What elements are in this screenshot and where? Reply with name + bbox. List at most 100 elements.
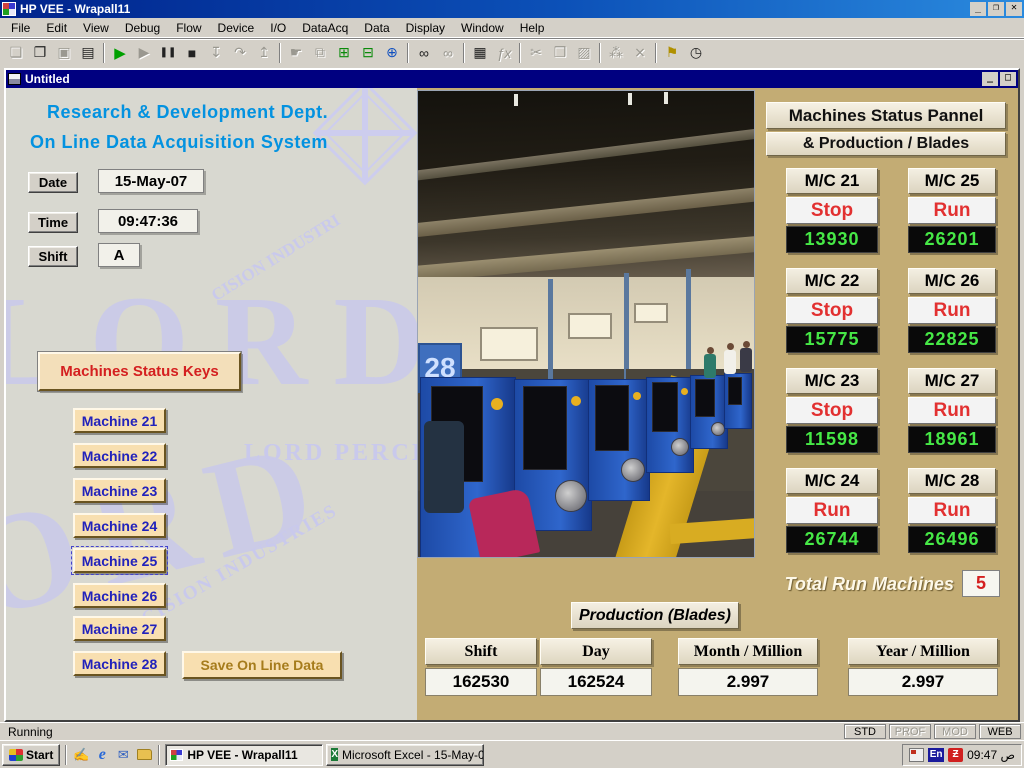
status-panel-subtitle: & Production / Blades xyxy=(766,132,1006,156)
save-online-data-button[interactable]: Save On Line Data xyxy=(182,651,342,679)
start-label: Start xyxy=(26,748,53,762)
shift-label[interactable]: Shift xyxy=(28,246,78,267)
step-over-icon[interactable]: ↷ xyxy=(228,42,252,64)
delete-lines-icon[interactable]: ⨯ xyxy=(628,42,652,64)
minimize-button[interactable]: _ xyxy=(970,2,986,16)
photo-lamp xyxy=(664,92,668,104)
open-icon[interactable]: ❐ xyxy=(28,42,52,64)
find-next-icon[interactable]: ∞ xyxy=(436,42,460,64)
resume-icon[interactable]: ▶ xyxy=(132,42,156,64)
stop-icon[interactable]: ■ xyxy=(180,42,204,64)
mc23-cell: M/C 23 Stop 11598 xyxy=(786,368,878,453)
outlook-express-icon[interactable]: ✉ xyxy=(114,746,132,764)
machine-27-button[interactable]: Machine 27 xyxy=(73,616,166,641)
function-icon[interactable]: ƒx xyxy=(492,42,516,64)
pan-hand-icon[interactable]: ☛ xyxy=(284,42,308,64)
step-into-icon[interactable]: ↧ xyxy=(204,42,228,64)
clock[interactable]: 09:47 ص xyxy=(967,748,1015,762)
clone-icon[interactable]: ⧉ xyxy=(308,42,332,64)
show-desktop-icon[interactable]: ✍ xyxy=(72,746,90,764)
step-out-icon[interactable]: ↥ xyxy=(252,42,276,64)
properties-icon[interactable]: ▦ xyxy=(468,42,492,64)
pause-icon[interactable]: ❚❚ xyxy=(156,42,180,64)
print-icon[interactable]: ▤ xyxy=(76,42,100,64)
internet-explorer-icon[interactable]: e xyxy=(93,746,111,764)
production-year-column: Year / Million 2.997 xyxy=(848,638,998,696)
menu-edit[interactable]: Edit xyxy=(39,19,74,37)
photo-person xyxy=(724,343,736,374)
mc21-count: 13930 xyxy=(786,226,878,253)
mc27-name: M/C 27 xyxy=(908,368,996,394)
time-label[interactable]: Time xyxy=(28,212,78,233)
mc22-count: 15775 xyxy=(786,326,878,353)
mode-mod: MOD xyxy=(934,724,976,739)
menu-io[interactable]: I/O xyxy=(263,19,293,37)
status-bar: Running STD PROF MOD WEB xyxy=(0,722,1024,740)
mode-web[interactable]: WEB xyxy=(979,724,1021,739)
menu-debug[interactable]: Debug xyxy=(118,19,167,37)
run-icon[interactable]: ▶ xyxy=(108,42,132,64)
menu-bar: File Edit View Debug Flow Device I/O Dat… xyxy=(0,18,1024,38)
shift-value: 162530 xyxy=(425,668,537,696)
antivirus-tray-icon[interactable]: Ƶ xyxy=(948,748,963,762)
delete-terminal-icon[interactable]: ⊟ xyxy=(356,42,380,64)
mc26-status: Run xyxy=(908,297,996,324)
machine-24-button[interactable]: Machine 24 xyxy=(73,513,166,538)
web-globe-icon[interactable]: ⊕ xyxy=(380,42,404,64)
toolbar-separator xyxy=(655,43,657,63)
language-indicator[interactable]: En xyxy=(928,748,944,762)
clean-up-lines-icon[interactable]: ⁂ xyxy=(604,42,628,64)
scheduler-tray-icon[interactable] xyxy=(909,748,924,762)
machine-21-button[interactable]: Machine 21 xyxy=(73,408,166,433)
run-status-text: Running xyxy=(8,725,53,739)
photo-window xyxy=(480,327,538,361)
menu-data[interactable]: Data xyxy=(357,19,396,37)
folder-icon[interactable] xyxy=(135,746,153,764)
machine-28-button[interactable]: Machine 28 xyxy=(73,651,166,676)
timer-icon[interactable]: ◷ xyxy=(684,42,708,64)
start-button[interactable]: Start xyxy=(2,744,60,766)
photo-person xyxy=(704,347,716,378)
inner-maximize-button[interactable]: □ xyxy=(1000,72,1016,86)
toolbar-separator xyxy=(103,43,105,63)
paste-icon[interactable]: ▨ xyxy=(572,42,596,64)
menu-file[interactable]: File xyxy=(4,19,37,37)
production-blades-button[interactable]: Production (Blades) xyxy=(571,602,739,629)
menu-display[interactable]: Display xyxy=(399,19,452,37)
mc23-name: M/C 23 xyxy=(786,368,878,394)
menu-dataacq[interactable]: DataAcq xyxy=(295,19,355,37)
mc22-name: M/C 22 xyxy=(786,268,878,294)
find-icon[interactable]: ∞ xyxy=(412,42,436,64)
inner-window-titlebar: Untitled _ □ xyxy=(6,70,1018,88)
menu-view[interactable]: View xyxy=(76,19,116,37)
save-icon[interactable]: ▣ xyxy=(52,42,76,64)
task-excel[interactable]: X Microsoft Excel - 15-May-07 xyxy=(326,744,484,766)
flag-icon[interactable]: ⚑ xyxy=(660,42,684,64)
task-hpvee[interactable]: HP VEE - Wrapall11 xyxy=(165,744,323,766)
machine-26-button[interactable]: Machine 26 xyxy=(73,583,166,608)
toolbar-separator xyxy=(407,43,409,63)
menu-window[interactable]: Window xyxy=(454,19,511,37)
machine-22-button[interactable]: Machine 22 xyxy=(73,443,166,468)
mc21-cell: M/C 21 Stop 13930 xyxy=(786,168,878,253)
date-label[interactable]: Date xyxy=(28,172,78,193)
shift-value: A xyxy=(98,243,140,267)
photo-machine xyxy=(724,373,752,429)
close-button[interactable]: ✕ xyxy=(1006,2,1022,16)
inner-minimize-button[interactable]: _ xyxy=(982,72,998,86)
machine-25-button[interactable]: Machine 25 xyxy=(73,548,166,573)
machine-23-button[interactable]: Machine 23 xyxy=(73,478,166,503)
mc28-count: 26496 xyxy=(908,526,996,553)
production-day-column: Day 162524 xyxy=(540,638,652,696)
mode-std[interactable]: STD xyxy=(844,724,886,739)
cut-icon[interactable]: ✂ xyxy=(524,42,548,64)
copy-icon[interactable]: ❒ xyxy=(548,42,572,64)
add-terminal-icon[interactable]: ⊞ xyxy=(332,42,356,64)
machines-status-keys-button[interactable]: Machines Status Keys xyxy=(38,352,241,391)
menu-help[interactable]: Help xyxy=(513,19,552,37)
new-icon[interactable]: ❏ xyxy=(4,42,28,64)
menu-device[interactable]: Device xyxy=(211,19,262,37)
restore-button[interactable]: ❐ xyxy=(988,2,1004,16)
total-run-machines-label: Total Run Machines xyxy=(764,574,954,595)
menu-flow[interactable]: Flow xyxy=(169,19,208,37)
